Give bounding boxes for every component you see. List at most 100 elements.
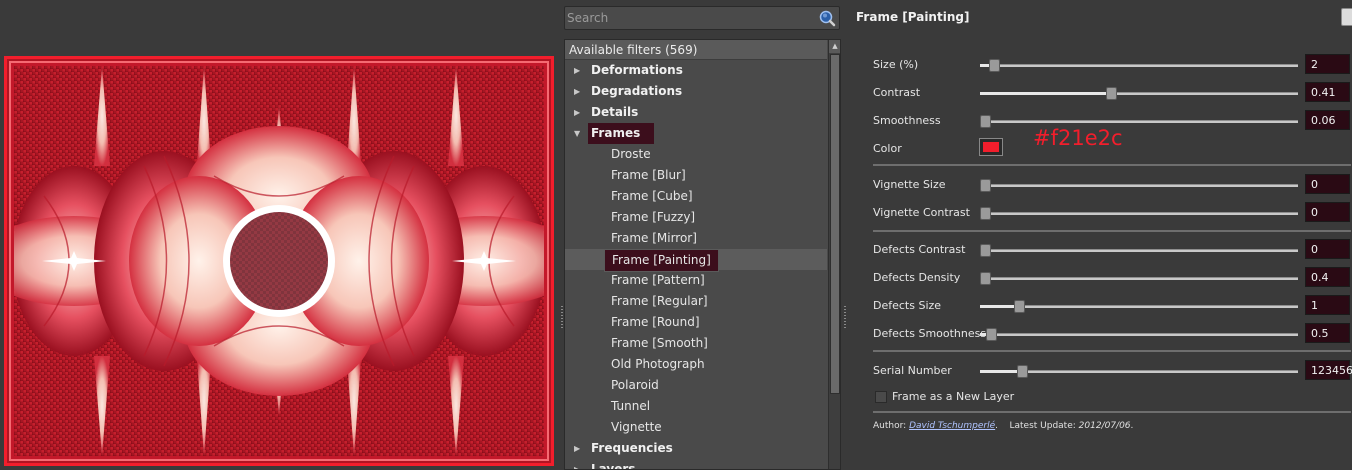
size-label: Size (%) xyxy=(873,58,919,71)
defects-smoothness-label: Defects Smoothness xyxy=(873,327,987,340)
chevron-right-icon[interactable]: ▶ xyxy=(574,102,586,123)
filter-item-label: Polaroid xyxy=(611,378,659,392)
defects-density-value[interactable]: 0.4 xyxy=(1305,267,1350,287)
filter-item-polaroid[interactable]: Polaroid xyxy=(565,375,827,396)
filter-item-label: Vignette xyxy=(611,420,662,434)
filter-item-label: Frame [Cube] xyxy=(611,189,693,203)
filter-item-label: Tunnel xyxy=(611,399,651,413)
vignette-size-slider[interactable] xyxy=(980,179,1298,192)
scroll-thumb[interactable] xyxy=(830,54,840,394)
filter-category-frames[interactable]: ▼ Frames xyxy=(565,123,827,144)
filter-category-degradations[interactable]: ▶ Degradations xyxy=(565,81,827,102)
size-value[interactable]: 2 xyxy=(1305,54,1350,74)
chevron-right-icon[interactable]: ▶ xyxy=(574,60,586,81)
slider-handle[interactable] xyxy=(980,179,991,192)
parameters-pane: Frame [Painting] Size (%) 2 Contrast 0.41 Sm… xyxy=(849,0,1352,470)
color-hex-annotation: #f21e2c xyxy=(1033,126,1123,150)
preview-image[interactable] xyxy=(14,66,544,456)
update-date: 2012/07/06 xyxy=(1078,421,1131,431)
right-splitter[interactable] xyxy=(841,0,849,470)
author-link[interactable]: David Tschumperlé xyxy=(909,421,995,431)
serial-number-slider[interactable] xyxy=(980,365,1298,378)
filter-item-label: Old Photograph xyxy=(611,357,705,371)
splitter-grip[interactable] xyxy=(844,306,846,328)
defects-smoothness-value[interactable]: 0.5 xyxy=(1305,323,1350,343)
slider-handle[interactable] xyxy=(980,244,991,257)
filter-category-details[interactable]: ▶ Details xyxy=(565,102,827,123)
slider-handle[interactable] xyxy=(986,328,997,341)
author-prefix: Author: xyxy=(873,421,907,431)
smoothness-label: Smoothness xyxy=(873,114,941,127)
filter-item-old-photograph[interactable]: Old Photograph xyxy=(565,354,827,375)
contrast-value[interactable]: 0.41 xyxy=(1305,82,1350,102)
filter-item-label: Frame [Mirror] xyxy=(611,231,697,245)
update-prefix: Latest Update: xyxy=(1009,421,1076,431)
preview-pane xyxy=(0,0,558,470)
filter-item-frame-pattern[interactable]: Frame [Pattern] xyxy=(565,270,827,291)
defects-size-value[interactable]: 1 xyxy=(1305,295,1350,315)
filter-item-frame-blur[interactable]: Frame [Blur] xyxy=(565,165,827,186)
slider-handle[interactable] xyxy=(1106,87,1117,100)
defects-smoothness-slider[interactable] xyxy=(980,328,1298,341)
filter-item-label: Frame [Regular] xyxy=(611,294,708,308)
filter-category-layers[interactable]: ▶ Layers xyxy=(565,459,827,469)
smoothness-slider[interactable] xyxy=(980,115,1298,128)
frame-as-new-layer-checkbox[interactable] xyxy=(875,391,887,403)
slider-fill xyxy=(980,92,1106,95)
filter-item-frame-mirror[interactable]: Frame [Mirror] xyxy=(565,228,827,249)
chevron-right-icon[interactable]: ▶ xyxy=(574,459,586,469)
serial-number-label: Serial Number xyxy=(873,364,952,377)
filter-item-frame-regular[interactable]: Frame [Regular] xyxy=(565,291,827,312)
vignette-size-value[interactable]: 0 xyxy=(1305,174,1350,194)
filter-item-label: Frame [Smooth] xyxy=(611,336,708,350)
filter-item-frame-smooth[interactable]: Frame [Smooth] xyxy=(565,333,827,354)
separator xyxy=(873,230,1351,232)
slider-handle[interactable] xyxy=(1017,365,1028,378)
smoothness-value[interactable]: 0.06 xyxy=(1305,110,1350,130)
chevron-right-icon[interactable]: ▶ xyxy=(574,438,586,459)
filter-tree-scrollbar[interactable]: ▲ xyxy=(828,40,840,469)
slider-handle[interactable] xyxy=(980,207,991,220)
filter-title: Frame [Painting] xyxy=(856,10,970,24)
filter-item-frame-painting[interactable]: Frame [Painting] xyxy=(565,249,827,272)
filter-item-tunnel[interactable]: Tunnel xyxy=(565,396,827,417)
scroll-up-button[interactable]: ▲ xyxy=(829,40,840,53)
contrast-slider[interactable] xyxy=(980,87,1298,100)
search-icon[interactable] xyxy=(818,9,836,27)
filter-item-frame-cube[interactable]: Frame [Cube] xyxy=(565,186,827,207)
slider-handle[interactable] xyxy=(989,59,1000,72)
filter-item-vignette[interactable]: Vignette xyxy=(565,417,827,438)
filter-item-frame-round[interactable]: Frame [Round] xyxy=(565,312,827,333)
filter-category-deformations[interactable]: ▶ Deformations xyxy=(565,60,827,81)
search-input[interactable] xyxy=(567,9,807,27)
defects-contrast-value[interactable]: 0 xyxy=(1305,239,1350,259)
slider-handle[interactable] xyxy=(980,115,991,128)
size-slider[interactable] xyxy=(980,59,1298,72)
defects-density-slider[interactable] xyxy=(980,272,1298,285)
slider-fill xyxy=(980,64,989,67)
filter-item-label: Deformations xyxy=(591,63,683,77)
serial-number-value[interactable]: 123456 xyxy=(1305,360,1352,380)
slider-fill xyxy=(980,370,1017,373)
color-swatch[interactable] xyxy=(979,138,1003,156)
vignette-contrast-label: Vignette Contrast xyxy=(873,206,970,219)
filter-tree: Available filters (569) ▶ Deformations ▶ De… xyxy=(564,39,841,470)
chevron-right-icon[interactable]: ▶ xyxy=(574,81,586,102)
vignette-contrast-value[interactable]: 0 xyxy=(1305,202,1350,222)
fractal-artwork xyxy=(14,66,544,456)
filter-tree-header: Available filters (569) xyxy=(565,40,827,60)
slider-handle[interactable] xyxy=(1014,300,1025,313)
separator xyxy=(873,350,1351,352)
slider-handle[interactable] xyxy=(980,272,991,285)
defects-size-slider[interactable] xyxy=(980,300,1298,313)
defects-contrast-slider[interactable] xyxy=(980,244,1298,257)
color-swatch-fill xyxy=(983,142,999,152)
save-icon[interactable] xyxy=(1341,8,1352,26)
filter-category-frequencies[interactable]: ▶ Frequencies xyxy=(565,438,827,459)
filter-item-label: Details xyxy=(591,105,639,119)
filter-item-frame-fuzzy[interactable]: Frame [Fuzzy] xyxy=(565,207,827,228)
search-box[interactable] xyxy=(564,6,840,30)
chevron-down-icon[interactable]: ▼ xyxy=(574,123,586,144)
vignette-contrast-slider[interactable] xyxy=(980,207,1298,220)
filter-item-droste[interactable]: Droste xyxy=(565,144,827,165)
